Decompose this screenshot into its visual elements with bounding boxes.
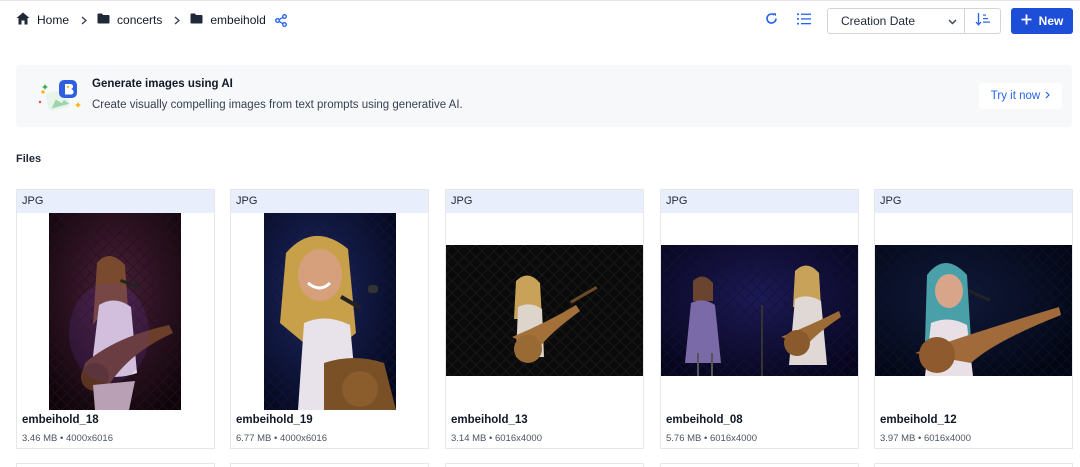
file-thumbnail[interactable]: [231, 213, 428, 410]
file-type-badge: JPG: [661, 190, 858, 213]
file-type-badge: JPG: [446, 190, 643, 213]
file-name[interactable]: embeihold_12: [880, 414, 957, 426]
file-thumbnail[interactable]: [875, 213, 1072, 410]
file-thumbnail[interactable]: [661, 213, 858, 410]
new-button[interactable]: New: [1011, 8, 1073, 34]
try-it-now-label: Try it now: [990, 90, 1041, 102]
file-card[interactable]: JPG embeihold_12 3.97 MB • 6016x4000: [874, 189, 1073, 449]
sort-control: Creation Date: [827, 8, 1001, 34]
refresh-button[interactable]: [758, 8, 784, 34]
thumbnail-image: [264, 213, 396, 410]
file-name[interactable]: embeihold_18: [22, 414, 99, 426]
file-meta: 5.76 MB • 6016x4000: [666, 433, 758, 444]
breadcrumb-home[interactable]: Home: [16, 12, 69, 28]
thumbnail-image: [49, 213, 181, 410]
chevron-right-icon: [174, 15, 181, 25]
file-type-badge: JPG: [875, 190, 1072, 213]
sort-field-select[interactable]: Creation Date: [828, 9, 965, 33]
file-meta: 3.14 MB • 6016x4000: [451, 433, 543, 444]
file-card[interactable]: [874, 463, 1073, 467]
banner-description: Create visually compelling images from t…: [92, 99, 463, 111]
list-view-button[interactable]: [791, 8, 817, 34]
list-icon: [797, 12, 811, 30]
file-name[interactable]: embeihold_13: [451, 414, 528, 426]
ai-promo-banner: Generate images using AI Create visually…: [16, 65, 1072, 127]
file-meta: 6.77 MB • 4000x6016: [236, 433, 328, 444]
banner-title: Generate images using AI: [92, 78, 233, 90]
breadcrumb-label: embeihold: [210, 13, 266, 27]
file-type-badge: JPG: [17, 190, 214, 213]
chevron-down-icon: [948, 14, 957, 28]
file-card[interactable]: JPG embeihold_13 3.14 MB • 6016x4000: [445, 189, 644, 449]
file-card[interactable]: [445, 463, 644, 467]
ai-illustration-icon: [37, 78, 83, 114]
file-card[interactable]: JPG embeihold_18 3.46 MB • 4000x6016: [16, 189, 215, 449]
file-meta: 3.97 MB • 6016x4000: [880, 433, 972, 444]
file-card[interactable]: JPG embeihold_19 6.77 MB • 4000x6016: [230, 189, 429, 449]
share-icon[interactable]: [274, 13, 287, 27]
file-card[interactable]: [16, 463, 215, 467]
breadcrumb-embeihold[interactable]: embeihold: [190, 13, 266, 27]
file-thumbnail[interactable]: [446, 213, 643, 410]
sort-field-label: Creation Date: [841, 14, 916, 28]
file-name[interactable]: embeihold_08: [666, 414, 743, 426]
chevron-right-icon: [81, 15, 88, 25]
new-button-label: New: [1038, 14, 1064, 28]
file-type-badge: JPG: [231, 190, 428, 213]
folder-icon: [97, 13, 110, 27]
try-it-now-button[interactable]: Try it now: [979, 83, 1062, 109]
thumbnail-image: [875, 245, 1072, 376]
file-card[interactable]: JPG embeihold_08 5.76 MB • 6016x4000: [660, 189, 859, 449]
file-meta: 3.46 MB • 4000x6016: [22, 433, 114, 444]
top-bar: Home concerts embeihold Creation Date Ne…: [0, 0, 1080, 40]
breadcrumb-label: concerts: [117, 13, 163, 27]
thumbnail-image: [446, 245, 643, 376]
file-name[interactable]: embeihold_19: [236, 414, 313, 426]
home-icon: [16, 12, 30, 28]
breadcrumb: Home concerts embeihold: [16, 11, 287, 29]
files-section-title: Files: [16, 153, 42, 165]
file-thumbnail[interactable]: [17, 213, 214, 410]
sort-ascending-icon: [975, 12, 991, 31]
breadcrumb-concerts[interactable]: concerts: [97, 13, 162, 27]
refresh-icon: [765, 12, 778, 30]
chevron-right-icon: [1045, 90, 1051, 102]
thumbnail-image: [661, 245, 858, 376]
file-card[interactable]: [230, 463, 429, 467]
breadcrumb-label: Home: [37, 13, 70, 27]
file-card[interactable]: [660, 463, 859, 467]
plus-icon: [1021, 14, 1032, 28]
sort-direction-button[interactable]: [965, 9, 1000, 33]
toolbar: Creation Date New: [751, 8, 1073, 34]
folder-icon: [190, 13, 203, 27]
